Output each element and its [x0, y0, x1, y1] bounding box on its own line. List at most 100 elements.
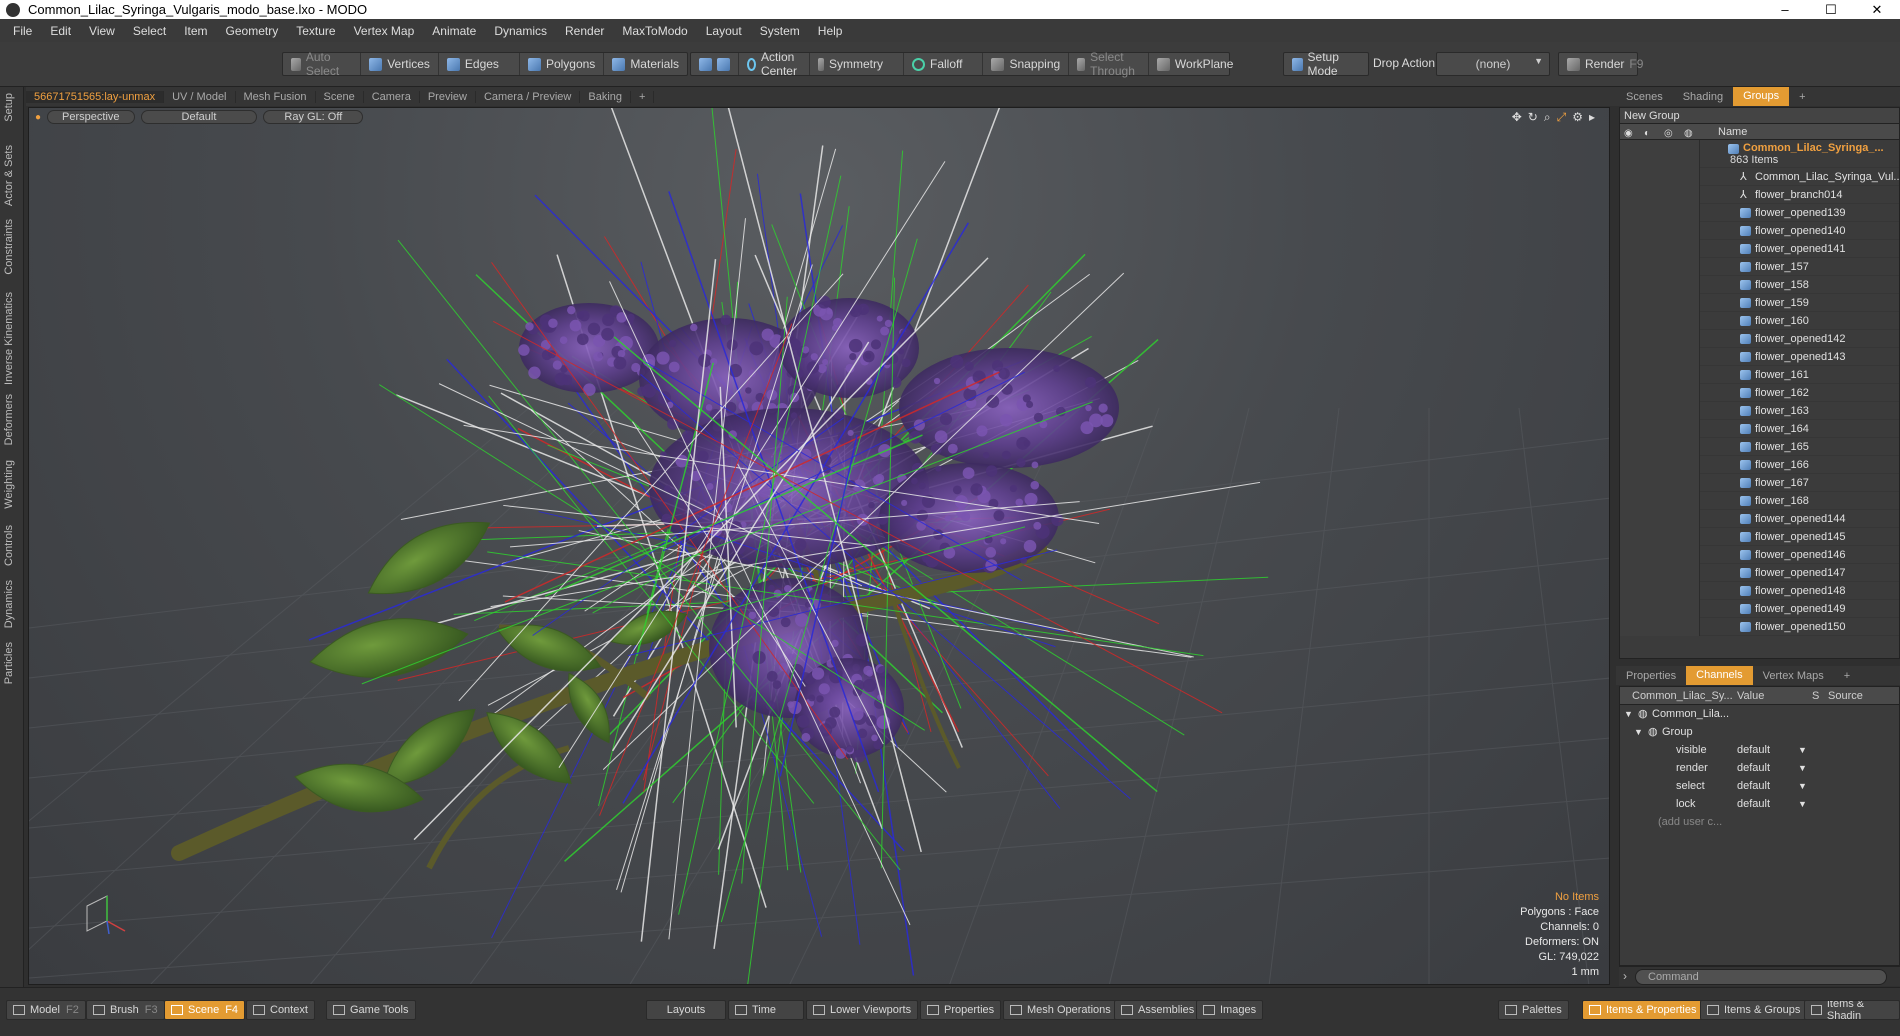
- new-group-button[interactable]: New Group: [1620, 108, 1899, 124]
- polygons-button[interactable]: Polygons: [520, 53, 605, 75]
- chevron-down-icon[interactable]: ▼: [1798, 795, 1807, 813]
- group-row[interactable]: Common_Lilac_Syringa_... 863 Items: [1620, 140, 1899, 168]
- menu-render[interactable]: Render: [556, 24, 613, 38]
- item-visibility-cells[interactable]: [1620, 276, 1700, 294]
- items-properties-button[interactable]: Items & Properties: [1582, 1000, 1704, 1020]
- menu-edit[interactable]: Edit: [41, 24, 80, 38]
- pan-icon[interactable]: ✥: [1512, 110, 1522, 125]
- tab-weighting[interactable]: Weighting: [3, 460, 15, 509]
- menu-view[interactable]: View: [80, 24, 124, 38]
- select-tool-button[interactable]: [691, 53, 739, 75]
- item-visibility-cells[interactable]: [1620, 222, 1700, 240]
- tab-scene[interactable]: Scene: [316, 90, 364, 103]
- item-visibility-cells[interactable]: [1620, 348, 1700, 366]
- workplane-button[interactable]: WorkPlane: [1149, 53, 1241, 75]
- snapping-button[interactable]: Snapping: [983, 53, 1070, 75]
- item-visibility-cells[interactable]: [1620, 582, 1700, 600]
- item-visibility-cells[interactable]: [1620, 402, 1700, 420]
- group-item-row[interactable]: flower_164: [1620, 420, 1899, 438]
- chevron-down-icon[interactable]: ▼: [1798, 741, 1807, 759]
- palettes-button[interactable]: Palettes: [1498, 1000, 1569, 1020]
- view-type-selector[interactable]: Perspective: [47, 110, 135, 124]
- group-item-row[interactable]: flower_opened145: [1620, 528, 1899, 546]
- menu-geometry[interactable]: Geometry: [217, 24, 288, 38]
- menu-help[interactable]: Help: [809, 24, 852, 38]
- group-item-row[interactable]: flower_163: [1620, 402, 1899, 420]
- add-channel-tab-button[interactable]: +: [1834, 670, 1860, 682]
- group-item-row[interactable]: flower_opened146: [1620, 546, 1899, 564]
- item-visibility-cells[interactable]: [1620, 564, 1700, 582]
- channel-row[interactable]: lock default ▼: [1620, 795, 1899, 813]
- expand-icon[interactable]: ▼: [1634, 723, 1643, 741]
- group-item-row[interactable]: flower_opened144: [1620, 510, 1899, 528]
- item-visibility-cells[interactable]: [1620, 168, 1700, 186]
- menu-select[interactable]: Select: [124, 24, 175, 38]
- item-visibility-cells[interactable]: [1620, 546, 1700, 564]
- item-visibility-cells[interactable]: [1620, 258, 1700, 276]
- menu-animate[interactable]: Animate: [423, 24, 485, 38]
- tab-scenes[interactable]: Scenes: [1616, 91, 1673, 103]
- tab-inverse-kinematics[interactable]: Inverse Kinematics: [3, 292, 15, 385]
- group-item-row[interactable]: flower_opened148: [1620, 582, 1899, 600]
- time-button[interactable]: Time: [728, 1000, 804, 1020]
- items-shading-button[interactable]: Items & Shadin: [1804, 1000, 1900, 1020]
- tab-camera-preview[interactable]: Camera / Preview: [476, 90, 581, 103]
- shading-selector[interactable]: Default: [140, 110, 258, 124]
- group-item-row[interactable]: flower_168: [1620, 492, 1899, 510]
- tab-uv-model[interactable]: UV / Model: [164, 90, 236, 103]
- item-visibility-cells[interactable]: [1620, 204, 1700, 222]
- model-layout-button[interactable]: Model F2: [6, 1000, 86, 1020]
- channel-value[interactable]: default: [1737, 741, 1770, 759]
- channel-value[interactable]: default: [1737, 795, 1770, 813]
- group-item-row[interactable]: flower_opened143: [1620, 348, 1899, 366]
- group-visibility-cells[interactable]: [1620, 140, 1700, 168]
- channel-row[interactable]: visible default ▼: [1620, 741, 1899, 759]
- group-item-row[interactable]: flower_157: [1620, 258, 1899, 276]
- item-visibility-cells[interactable]: [1620, 528, 1700, 546]
- item-visibility-cells[interactable]: [1620, 492, 1700, 510]
- group-item-row[interactable]: flower_165: [1620, 438, 1899, 456]
- group-item-row[interactable]: flower_166: [1620, 456, 1899, 474]
- item-visibility-cells[interactable]: [1620, 474, 1700, 492]
- add-user-channel-row[interactable]: (add user c...: [1620, 813, 1899, 831]
- properties-button[interactable]: Properties: [920, 1000, 1002, 1020]
- 3d-viewport[interactable]: ● Perspective Default Ray GL: Off ✥ ↻ ⌕ …: [28, 107, 1610, 985]
- group-item-row[interactable]: flower_162: [1620, 384, 1899, 402]
- group-item-row[interactable]: flower_160: [1620, 312, 1899, 330]
- menu-file[interactable]: File: [4, 24, 41, 38]
- tab-particles[interactable]: Particles: [3, 642, 15, 684]
- game-tools-layout-button[interactable]: Game Tools: [326, 1000, 416, 1020]
- tab-dynamics[interactable]: Dynamics: [3, 580, 15, 628]
- falloff-button[interactable]: Falloff: [904, 53, 984, 75]
- viewport-more-icon[interactable]: ▸: [1589, 110, 1595, 125]
- item-visibility-cells[interactable]: [1620, 186, 1700, 204]
- tab-baking[interactable]: Baking: [580, 90, 632, 103]
- scene-layout-button[interactable]: Scene F4: [164, 1000, 246, 1020]
- tab-camera[interactable]: Camera: [364, 90, 420, 103]
- fit-icon[interactable]: ⤢: [1557, 110, 1567, 125]
- channel-value[interactable]: default: [1737, 777, 1770, 795]
- group-item-row[interactable]: ⅄ Common_Lilac_Syringa_Vul...: [1620, 168, 1899, 186]
- group-item-row[interactable]: flower_opened149: [1620, 600, 1899, 618]
- item-visibility-cells[interactable]: [1620, 384, 1700, 402]
- menu-vertex-map[interactable]: Vertex Map: [345, 24, 424, 38]
- tab-shading[interactable]: Shading: [1673, 91, 1733, 103]
- rotate-icon[interactable]: ↻: [1528, 110, 1538, 125]
- tab-preview[interactable]: Preview: [420, 90, 476, 103]
- group-item-row[interactable]: flower_158: [1620, 276, 1899, 294]
- context-layout-button[interactable]: Context: [246, 1000, 315, 1020]
- menu-layout[interactable]: Layout: [697, 24, 751, 38]
- group-item-row[interactable]: flower_opened139: [1620, 204, 1899, 222]
- tab-setup[interactable]: Setup: [3, 93, 15, 122]
- group-item-row[interactable]: flower_opened147: [1620, 564, 1899, 582]
- tab-properties[interactable]: Properties: [1616, 670, 1686, 682]
- item-visibility-cells[interactable]: [1620, 438, 1700, 456]
- viewport-settings-icon[interactable]: ⚙: [1572, 110, 1583, 125]
- item-visibility-cells[interactable]: [1620, 294, 1700, 312]
- chevron-down-icon[interactable]: ▼: [1798, 777, 1807, 795]
- viewport-dot-icon[interactable]: ●: [35, 112, 41, 123]
- channel-root-row[interactable]: ▼ ◍ Common_Lila...: [1620, 705, 1899, 723]
- group-item-row[interactable]: flower_159: [1620, 294, 1899, 312]
- expand-icon[interactable]: ▼: [1624, 705, 1633, 723]
- item-visibility-cells[interactable]: [1620, 456, 1700, 474]
